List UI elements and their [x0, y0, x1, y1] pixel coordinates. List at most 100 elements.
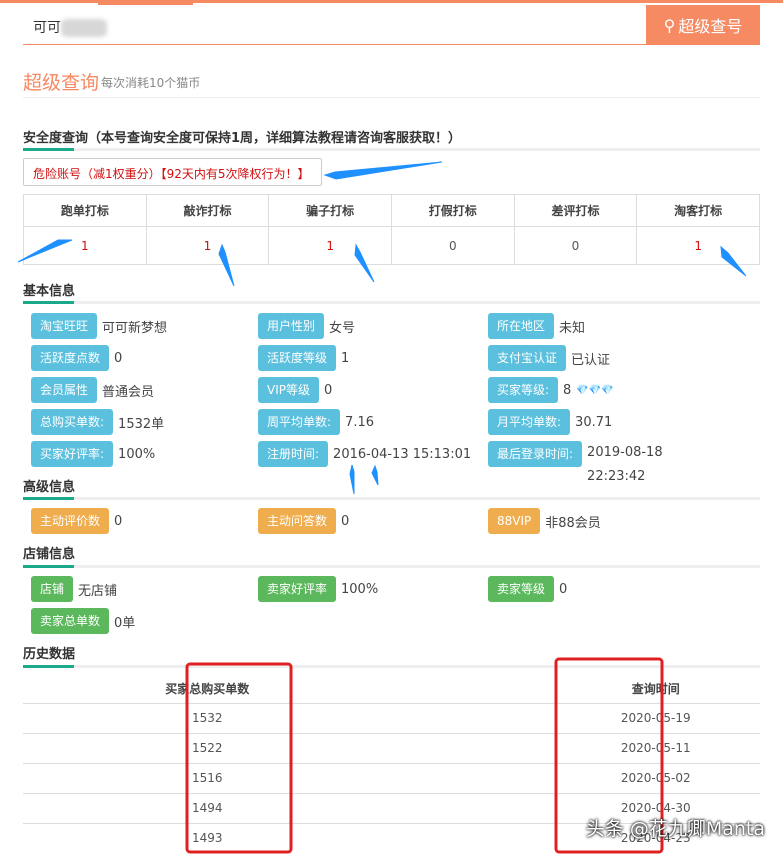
shop-field: 卖家等级 0 [488, 576, 567, 602]
shop-field-label: 卖家等级 [488, 576, 555, 602]
basic-field: 月平均单数: 30.71 [488, 409, 612, 435]
history-cell: 1493 [23, 822, 392, 853]
basic-field-label: 活跃度等级 [258, 345, 337, 371]
risk-column-header: 淘客打标 [636, 194, 760, 227]
shop-field: 店铺 无店铺 [31, 576, 117, 602]
section-underline [23, 497, 760, 500]
section-underline [23, 301, 760, 304]
basic-field: 会员属性 普通会员 [31, 377, 154, 403]
advanced-field: 主动问答数 0 [258, 508, 349, 534]
basic-field: 买家等级: 8 💎💎💎 [488, 377, 614, 403]
table-row: 1522 2020-05-11 [23, 732, 760, 763]
basic-field-value: 未知 [559, 320, 586, 336]
shop-field-value: 无店铺 [78, 583, 118, 599]
basic-field: VIP等级 0 [258, 377, 332, 403]
search-icon: ⚲ [663, 15, 676, 35]
risk-column-header: 差评打标 [513, 194, 638, 227]
risk-value: 1 [636, 226, 760, 265]
advanced-field-value: 非88会员 [545, 515, 601, 531]
watermark: 头条 @花九卿Manta [585, 818, 765, 840]
basic-field-label: 所在地区 [488, 313, 555, 339]
basic-field: 所在地区 未知 [488, 313, 585, 339]
risk-column-header: 打假打标 [390, 194, 515, 227]
basic-field: 淘宝旺旺 可可新梦想 [31, 313, 167, 339]
shop-field-value: 0单 [114, 615, 136, 631]
basic-field-label: 月平均单数: [488, 409, 571, 435]
danger-alert: 危险账号（减1权重分）【92天内有5次降权行为！】 [23, 158, 322, 186]
basic-field: 总购买单数: 1532单 [31, 409, 164, 435]
risk-column-header: 骗子打标 [268, 194, 392, 227]
history-heading: 历史数据 [23, 647, 76, 662]
shop-heading: 店铺信息 [23, 547, 76, 562]
super-search-button[interactable]: ⚲ 超级查号 [646, 5, 760, 45]
advanced-field-value: 0 [114, 513, 123, 529]
history-cell: 1532 [23, 702, 392, 733]
advanced-heading: 高级信息 [23, 480, 76, 495]
page-subtitle: 每次消耗10个猫币 [101, 76, 201, 90]
basic-field-value: 女号 [329, 320, 356, 336]
section-underline [23, 565, 760, 568]
basic-field-value: 30.71 [575, 414, 613, 430]
diamond-icons: 💎💎💎 [576, 384, 614, 396]
history-cell: 2020-05-11 [391, 732, 760, 763]
shop-field-value: 0 [559, 581, 568, 597]
basic-field-label: 支付宝认证 [488, 345, 567, 371]
history-cell: 1522 [23, 732, 392, 763]
basic-field: 支付宝认证 已认证 [488, 345, 610, 371]
history-column-header: 买家总购买单数 [23, 675, 392, 704]
shop-field: 卖家总单数 0单 [31, 608, 135, 634]
basic-field-value: 普通会员 [102, 384, 155, 400]
risk-column-header: 敲诈打标 [145, 194, 270, 227]
advanced-field-label: 88VIP [488, 508, 541, 534]
basic-field-value: 可可新梦想 [102, 320, 168, 336]
basic-field-label: 淘宝旺旺 [31, 313, 98, 339]
advanced-field-label: 主动评价数 [31, 508, 110, 534]
basic-field: 活跃度等级 1 [258, 345, 349, 371]
table-row: 1516 2020-05-02 [23, 762, 760, 793]
risk-value: 1 [268, 226, 392, 265]
basic-field-value: 1 [341, 350, 350, 366]
basic-field-value: 8 [563, 382, 572, 398]
divider [23, 97, 760, 98]
history-cell: 2020-05-19 [391, 702, 760, 733]
basic-field: 注册时间: 2016-04-13 15:13:01 [258, 441, 471, 467]
basic-field-label: 用户性别 [258, 313, 325, 339]
shop-field-label: 卖家总单数 [31, 608, 110, 634]
basic-field: 活跃度点数 0 [31, 345, 122, 371]
risk-column-header: 跑单打标 [23, 194, 147, 227]
shop-field-label: 卖家好评率 [258, 576, 337, 602]
basic-field-label: 会员属性 [31, 377, 98, 403]
risk-value: 1 [23, 226, 147, 265]
table-row: 1532 2020-05-19 [23, 702, 760, 733]
basic-field-label: VIP等级 [258, 377, 319, 403]
history-cell: 1494 [23, 792, 392, 823]
basic-field-label: 活跃度点数 [31, 345, 110, 371]
basic-field: 用户性别 女号 [258, 313, 355, 339]
basic-field-value: 7.16 [345, 414, 374, 430]
shop-field-value: 100% [341, 581, 379, 597]
basic-field-value: 已认证 [571, 352, 611, 368]
history-cell: 2020-05-02 [391, 762, 760, 793]
basic-field-value: 0 [114, 350, 123, 366]
basic-field-label: 买家好评率: [31, 441, 114, 467]
history-column-header: 查询时间 [391, 675, 760, 704]
advanced-field: 88VIP 非88会员 [488, 508, 601, 534]
basic-field-label: 注册时间: [258, 441, 329, 467]
basic-field: 买家好评率: 100% [31, 441, 155, 467]
arrow-annotation [323, 161, 443, 180]
shop-field: 卖家好评率 100% [258, 576, 378, 602]
advanced-field-label: 主动问答数 [258, 508, 337, 534]
basic-field: 周平均单数: 7.16 [258, 409, 374, 435]
section-underline [23, 148, 760, 151]
page-title: 超级查询 [23, 72, 100, 94]
basic-field-value: 2019-08-18 22:23:42 [587, 445, 663, 484]
risk-value: 0 [390, 226, 515, 265]
risk-value: 1 [145, 226, 270, 265]
basic-field-value: 2016-04-13 15:13:01 [333, 446, 472, 462]
basic-field-value: 1532单 [118, 416, 165, 432]
search-input[interactable]: 可可 [23, 5, 646, 45]
risk-value: 0 [513, 226, 638, 265]
basic-field-label: 总购买单数: [31, 409, 114, 435]
blurred-text [61, 19, 107, 37]
arrow-annotation [371, 464, 379, 486]
